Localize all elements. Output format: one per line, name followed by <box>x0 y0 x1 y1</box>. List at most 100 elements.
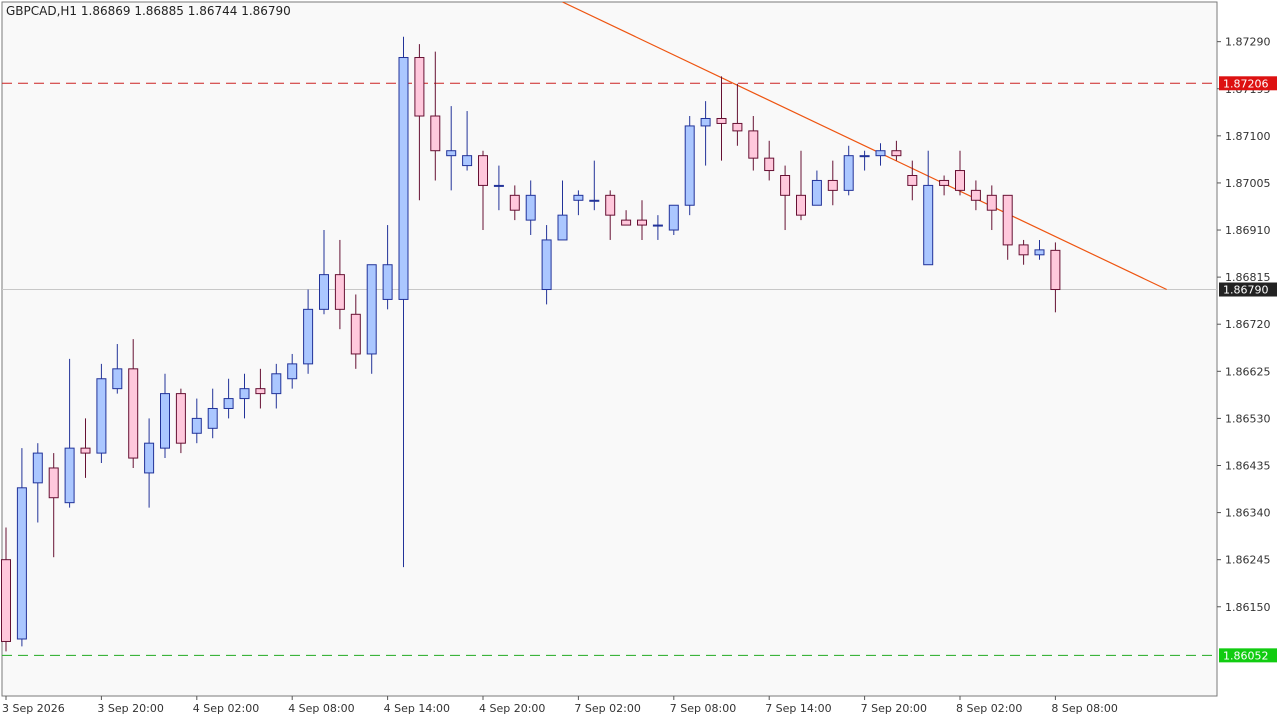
candle-body <box>239 388 250 400</box>
candle-body <box>541 239 552 291</box>
candle-body <box>446 150 457 157</box>
candle-body <box>875 150 886 157</box>
candle-body <box>955 170 965 191</box>
candle-body <box>319 274 329 310</box>
candle-body <box>652 224 663 227</box>
candle-body <box>1034 249 1045 256</box>
candle <box>175 388 186 454</box>
candle-body <box>557 214 568 241</box>
candle-body <box>716 117 727 124</box>
x-tick-label: 8 Sep 08:00 <box>1051 702 1117 715</box>
candle-body <box>16 487 27 640</box>
plot-area <box>1 1 1218 697</box>
x-tick-label: 4 Sep 20:00 <box>479 702 545 715</box>
chart-title: GBPCAD,H1 1.86869 1.86885 1.86744 1.8679… <box>6 4 291 18</box>
x-tick-label: 7 Sep 20:00 <box>861 702 927 715</box>
candle-body <box>668 204 679 231</box>
candle-body <box>732 122 743 132</box>
candle-body <box>350 313 361 355</box>
candle-body <box>64 447 75 504</box>
candle-body <box>1050 249 1061 291</box>
x-tick-label: 7 Sep 02:00 <box>574 702 640 715</box>
candle-body <box>334 274 345 310</box>
candlestick-chart[interactable]: 1.872901.871951.871001.870051.869101.868… <box>0 0 1280 720</box>
y-tick-label: 1.87290 <box>1225 36 1271 49</box>
x-tick-label: 7 Sep 08:00 <box>670 702 736 715</box>
y-tick-label: 1.86150 <box>1225 601 1271 614</box>
candle-body <box>827 179 838 191</box>
candle-body <box>478 155 488 186</box>
candle-body <box>811 179 822 206</box>
candle-body <box>175 393 186 444</box>
candle-body <box>589 199 600 202</box>
y-tick-label: 1.86340 <box>1225 507 1271 520</box>
x-tick-label: 4 Sep 08:00 <box>288 702 354 715</box>
x-tick-label: 7 Sep 14:00 <box>765 702 831 715</box>
price-badge-label: 1.86052 <box>1223 649 1269 662</box>
candle-body <box>843 155 854 191</box>
candle-body <box>128 368 139 459</box>
candle-body <box>748 130 759 159</box>
candle-body <box>160 393 170 449</box>
candle-body <box>32 452 43 484</box>
candle-body <box>573 194 584 201</box>
candle-body <box>509 194 520 211</box>
price-badge-label: 1.87206 <box>1223 77 1269 90</box>
candle-body <box>144 442 155 474</box>
candle-body <box>891 150 902 157</box>
candle-body <box>271 373 282 395</box>
candle-body <box>780 175 791 196</box>
candle <box>684 116 695 216</box>
candle-body <box>605 194 616 216</box>
candle-body <box>48 467 59 499</box>
candle-body <box>255 388 266 395</box>
candle-body <box>1002 194 1013 246</box>
candle-body <box>382 264 393 300</box>
candle-body <box>907 175 918 186</box>
x-tick-label: 3 Sep 20:00 <box>97 702 163 715</box>
y-tick-label: 1.86245 <box>1225 554 1271 567</box>
candle-body <box>96 378 107 454</box>
candle-body <box>684 125 695 206</box>
candle-body <box>939 179 950 186</box>
candle-body <box>398 57 409 300</box>
candle-body <box>493 184 504 187</box>
y-tick-label: 1.86815 <box>1225 271 1271 284</box>
candle-body <box>637 219 647 226</box>
y-tick-label: 1.86530 <box>1225 412 1271 425</box>
price-badge-label: 1.86790 <box>1223 284 1269 297</box>
candle-body <box>859 155 870 158</box>
candle-body <box>80 447 91 454</box>
candle <box>96 363 107 464</box>
candle-body <box>112 368 123 390</box>
chart-root: GBPCAD,H1 1.86869 1.86885 1.86744 1.8679… <box>0 0 1280 720</box>
candle-body <box>223 398 234 409</box>
candle-body <box>621 219 632 226</box>
candle-body <box>207 407 218 429</box>
candle-body <box>986 194 997 211</box>
candle-body <box>700 117 711 127</box>
candle-body <box>923 184 934 266</box>
candle-body <box>1018 244 1029 256</box>
y-tick-label: 1.86720 <box>1225 318 1271 331</box>
x-tick-label: 4 Sep 02:00 <box>193 702 259 715</box>
candle-body <box>287 363 298 380</box>
candle-body <box>796 194 806 216</box>
candle-body <box>191 417 202 434</box>
candle-body <box>414 57 425 117</box>
y-tick-label: 1.86435 <box>1225 459 1271 472</box>
candle-body <box>1 559 11 642</box>
y-tick-label: 1.87005 <box>1225 177 1271 190</box>
y-tick-label: 1.86625 <box>1225 365 1271 378</box>
y-tick-label: 1.86910 <box>1225 224 1271 237</box>
candle-body <box>970 189 981 201</box>
x-tick-label: 8 Sep 02:00 <box>956 702 1022 715</box>
candle-body <box>366 264 377 355</box>
candle <box>668 204 679 235</box>
x-tick-label: 4 Sep 14:00 <box>384 702 450 715</box>
x-tick-label: 3 Sep 2026 <box>2 702 65 715</box>
candle-body <box>525 194 536 221</box>
candle-body <box>303 308 314 365</box>
candle-body <box>430 115 441 152</box>
y-tick-label: 1.87100 <box>1225 130 1271 143</box>
